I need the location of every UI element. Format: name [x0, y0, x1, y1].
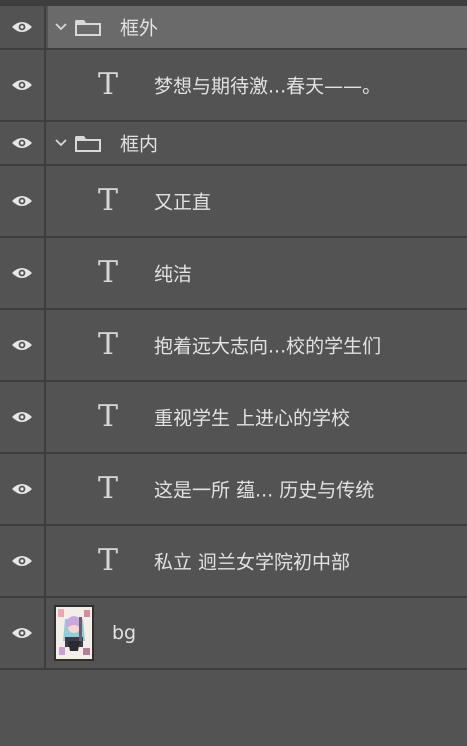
layer-row-text[interactable]: T 这是一所 蕴... 历史与传统: [0, 454, 467, 526]
layer-content[interactable]: T 这是一所 蕴... 历史与传统: [48, 454, 467, 524]
visibility-toggle[interactable]: [0, 166, 46, 236]
layer-name: 框外: [120, 17, 159, 40]
folder-icon: [75, 20, 101, 36]
folder-icon: [75, 136, 101, 152]
layer-name: 又正直: [154, 191, 212, 214]
layer-content[interactable]: T 抱着远大志向...校的学生们: [48, 310, 467, 380]
visibility-toggle[interactable]: [0, 6, 46, 48]
visibility-toggle[interactable]: [0, 526, 46, 596]
layer-name: 框内: [120, 133, 159, 156]
visibility-toggle[interactable]: [0, 310, 46, 380]
layer-row-group[interactable]: 框内: [0, 122, 467, 166]
layer-content[interactable]: 框内: [48, 122, 467, 164]
visibility-toggle[interactable]: [0, 238, 46, 308]
layer-row-text[interactable]: T 重视学生 上进心的学校: [0, 382, 467, 454]
layer-row-text[interactable]: T 私立 迥兰女学院初中部: [0, 526, 467, 598]
layer-name: 抱着远大志向...校的学生们: [154, 335, 382, 358]
eye-icon: [12, 80, 32, 90]
visibility-toggle[interactable]: [0, 598, 46, 668]
visibility-toggle[interactable]: [0, 454, 46, 524]
eye-icon: [12, 196, 32, 206]
eye-icon: [12, 138, 32, 148]
layer-row-group[interactable]: 框外: [0, 6, 467, 50]
layer-content[interactable]: T 私立 迥兰女学院初中部: [48, 526, 467, 596]
layer-name: 私立 迥兰女学院初中部: [154, 551, 351, 574]
layer-content[interactable]: bg: [48, 598, 467, 668]
text-layer-icon: T: [98, 399, 119, 434]
layer-row-text[interactable]: T 抱着远大志向...校的学生们: [0, 310, 467, 382]
eye-icon: [12, 268, 32, 278]
layer-row-text[interactable]: T 纯洁: [0, 238, 467, 310]
layer-name: 梦想与期待激...春天——。: [154, 75, 382, 98]
eye-icon: [12, 412, 32, 422]
layer-name: bg: [112, 622, 137, 644]
layer-content[interactable]: 框外: [48, 6, 467, 48]
eye-icon: [12, 22, 32, 32]
eye-icon: [12, 628, 32, 638]
eye-icon: [12, 340, 32, 350]
layer-row-text[interactable]: T 梦想与期待激...春天——。: [0, 50, 467, 122]
layer-name: 这是一所 蕴... 历史与传统: [154, 479, 375, 502]
layers-panel: 框外 T 梦想与期待激...春天——。 框内 T 又正直 T 纯洁 T 抱着远大…: [0, 0, 467, 746]
text-layer-icon: T: [98, 543, 119, 578]
visibility-toggle[interactable]: [0, 50, 46, 120]
text-layer-icon: T: [98, 255, 119, 290]
layer-content[interactable]: T 纯洁: [48, 238, 467, 308]
layer-content[interactable]: T 又正直: [48, 166, 467, 236]
layer-thumbnail: [54, 605, 94, 661]
layer-content[interactable]: T 梦想与期待激...春天——。: [48, 50, 467, 120]
eye-icon: [12, 484, 32, 494]
chevron-down-icon[interactable]: [54, 22, 68, 32]
eye-icon: [12, 556, 32, 566]
text-layer-icon: T: [98, 471, 119, 506]
layer-name: 重视学生 上进心的学校: [154, 407, 351, 430]
layer-row-image[interactable]: bg: [0, 598, 467, 670]
text-layer-icon: T: [98, 67, 119, 102]
visibility-toggle[interactable]: [0, 382, 46, 452]
layer-content[interactable]: T 重视学生 上进心的学校: [48, 382, 467, 452]
visibility-toggle[interactable]: [0, 122, 46, 164]
thumbnail-art: [56, 607, 92, 659]
text-layer-icon: T: [98, 183, 119, 218]
chevron-down-icon[interactable]: [54, 138, 68, 148]
text-layer-icon: T: [98, 327, 119, 362]
layer-row-text[interactable]: T 又正直: [0, 166, 467, 238]
layer-name: 纯洁: [154, 263, 193, 286]
